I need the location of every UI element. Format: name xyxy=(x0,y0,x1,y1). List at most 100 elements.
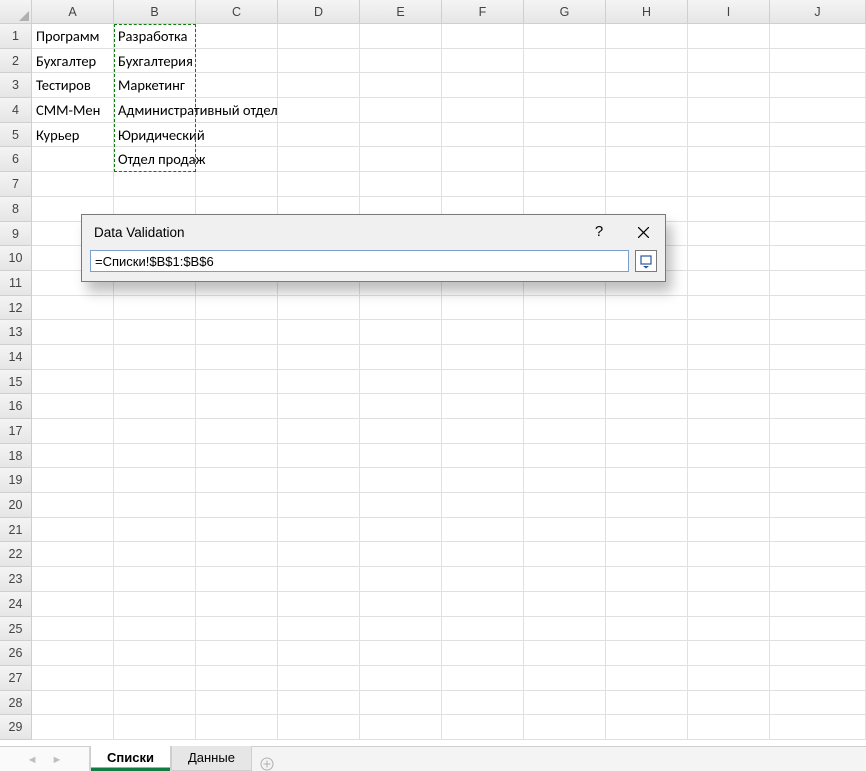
cell[interactable] xyxy=(114,370,196,395)
cell[interactable] xyxy=(442,666,524,691)
cell[interactable] xyxy=(442,592,524,617)
cell[interactable] xyxy=(114,172,196,197)
col-header[interactable]: J xyxy=(770,0,866,24)
row-header[interactable]: 16 xyxy=(0,394,32,419)
cell[interactable] xyxy=(442,370,524,395)
cell[interactable] xyxy=(442,641,524,666)
cell[interactable] xyxy=(196,542,278,567)
cell[interactable] xyxy=(278,617,360,642)
cell[interactable] xyxy=(278,296,360,321)
cell[interactable] xyxy=(688,518,770,543)
cell[interactable] xyxy=(32,641,114,666)
cell[interactable] xyxy=(442,617,524,642)
cell[interactable] xyxy=(114,715,196,740)
cell[interactable] xyxy=(770,147,866,172)
cell[interactable] xyxy=(770,419,866,444)
cell[interactable] xyxy=(196,172,278,197)
cell[interactable] xyxy=(278,666,360,691)
cell[interactable]: Курьер xyxy=(32,123,114,148)
col-header[interactable]: H xyxy=(606,0,688,24)
cell[interactable] xyxy=(360,444,442,469)
cell[interactable] xyxy=(688,444,770,469)
col-header[interactable]: C xyxy=(196,0,278,24)
cell[interactable] xyxy=(278,49,360,74)
row-header[interactable]: 9 xyxy=(0,222,32,247)
cell[interactable] xyxy=(360,419,442,444)
row-header[interactable]: 2 xyxy=(0,49,32,74)
cell[interactable] xyxy=(770,394,866,419)
cell[interactable] xyxy=(524,123,606,148)
cell[interactable] xyxy=(606,468,688,493)
cell[interactable] xyxy=(524,542,606,567)
row-header[interactable]: 11 xyxy=(0,271,32,296)
cell[interactable] xyxy=(688,246,770,271)
cell[interactable] xyxy=(196,444,278,469)
cell[interactable] xyxy=(196,666,278,691)
cell[interactable] xyxy=(770,468,866,493)
col-header[interactable]: E xyxy=(360,0,442,24)
cell[interactable] xyxy=(278,419,360,444)
cell[interactable] xyxy=(524,444,606,469)
cell[interactable] xyxy=(442,49,524,74)
cell[interactable] xyxy=(32,172,114,197)
cell[interactable] xyxy=(278,370,360,395)
cell[interactable] xyxy=(278,468,360,493)
tab-nav-next-icon[interactable]: ► xyxy=(52,753,63,766)
cell[interactable] xyxy=(524,49,606,74)
cell[interactable] xyxy=(32,542,114,567)
cell[interactable] xyxy=(196,567,278,592)
cell[interactable] xyxy=(442,567,524,592)
row-header[interactable]: 25 xyxy=(0,617,32,642)
cell[interactable] xyxy=(278,24,360,49)
row-header[interactable]: 17 xyxy=(0,419,32,444)
cell[interactable] xyxy=(688,296,770,321)
cell[interactable] xyxy=(770,666,866,691)
cell[interactable] xyxy=(360,691,442,716)
row-header[interactable]: 29 xyxy=(0,715,32,740)
cell[interactable] xyxy=(770,592,866,617)
cell[interactable] xyxy=(770,246,866,271)
cell[interactable] xyxy=(606,98,688,123)
cell[interactable] xyxy=(442,73,524,98)
cell[interactable] xyxy=(688,271,770,296)
cell[interactable] xyxy=(688,715,770,740)
cell[interactable] xyxy=(606,345,688,370)
col-header[interactable]: G xyxy=(524,0,606,24)
cell[interactable] xyxy=(278,567,360,592)
cell[interactable] xyxy=(688,49,770,74)
help-button[interactable]: ? xyxy=(577,215,621,249)
cell[interactable] xyxy=(196,419,278,444)
cell[interactable] xyxy=(442,147,524,172)
cell[interactable] xyxy=(278,641,360,666)
cell[interactable] xyxy=(688,567,770,592)
cell[interactable] xyxy=(606,617,688,642)
cell[interactable] xyxy=(360,567,442,592)
cell[interactable] xyxy=(688,592,770,617)
cell[interactable] xyxy=(524,468,606,493)
cell[interactable] xyxy=(114,296,196,321)
sheet-tab[interactable]: Списки xyxy=(90,746,171,771)
cell[interactable] xyxy=(688,542,770,567)
cell[interactable] xyxy=(278,691,360,716)
cell[interactable] xyxy=(606,666,688,691)
cell[interactable] xyxy=(360,98,442,123)
cell[interactable] xyxy=(196,123,278,148)
cell[interactable] xyxy=(442,24,524,49)
cell[interactable] xyxy=(278,172,360,197)
cell[interactable] xyxy=(606,24,688,49)
cell[interactable] xyxy=(114,641,196,666)
cell[interactable] xyxy=(524,567,606,592)
cell[interactable] xyxy=(770,49,866,74)
cell[interactable] xyxy=(688,147,770,172)
cell[interactable] xyxy=(770,73,866,98)
cell[interactable]: Бухгалтер xyxy=(32,49,114,74)
cell[interactable] xyxy=(524,666,606,691)
cell[interactable] xyxy=(524,296,606,321)
cell[interactable] xyxy=(114,444,196,469)
cell[interactable] xyxy=(32,370,114,395)
cell[interactable] xyxy=(360,666,442,691)
cell[interactable] xyxy=(688,691,770,716)
row-header[interactable]: 4 xyxy=(0,98,32,123)
source-range-input[interactable] xyxy=(90,250,629,272)
cell[interactable] xyxy=(606,49,688,74)
